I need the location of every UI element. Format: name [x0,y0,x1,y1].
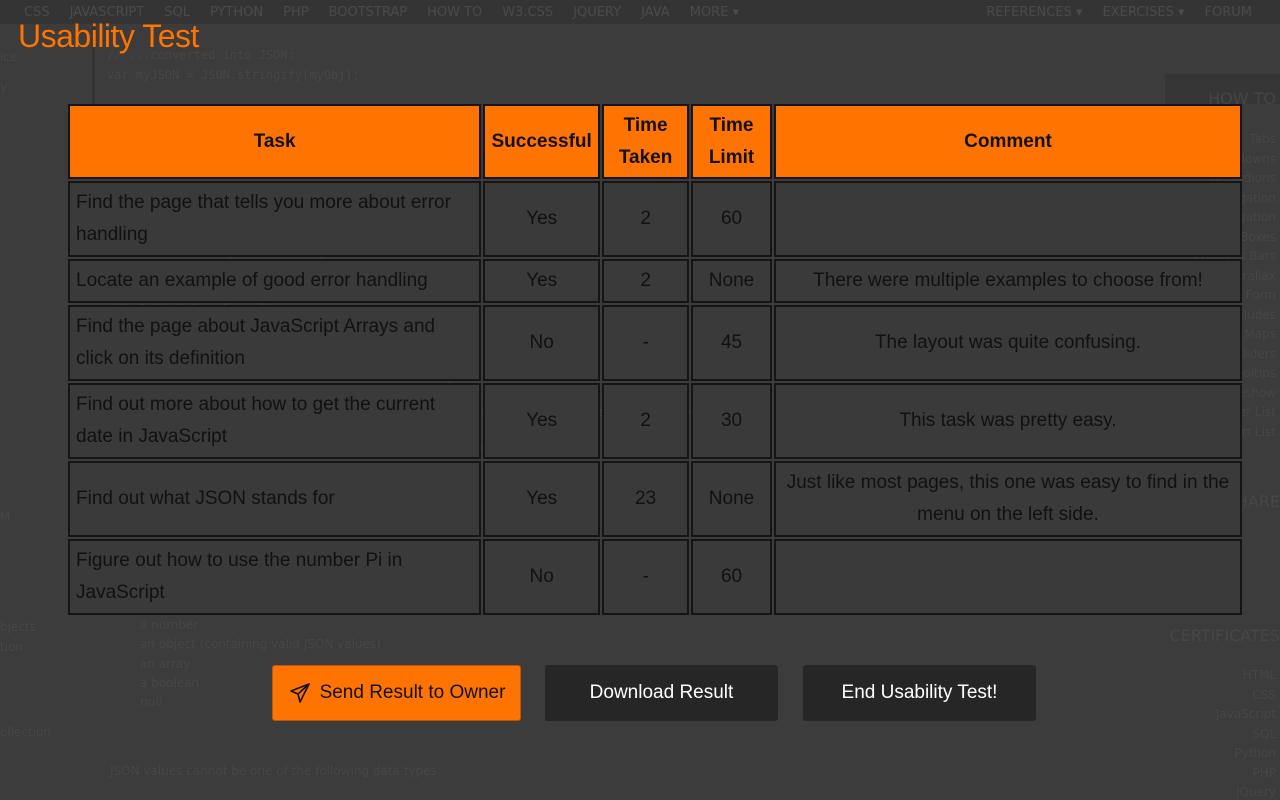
cell-time-limit: 60 [691,539,772,615]
bg-left-item: bjects [0,620,36,634]
table-row: Locate an example of good error handling… [68,259,1242,303]
send-paper-plane-icon [289,683,310,703]
cell-task: Figure out how to use the number Pi in J… [68,539,482,615]
bg-cert-item: CSS [1252,687,1276,702]
cell-successful: Yes [483,259,601,303]
cell-task: Find out what JSON stands for [68,461,482,537]
cell-successful: Yes [483,383,601,459]
bg-left-item: ice [0,50,18,64]
bg-cert-item: SQL [1252,726,1276,741]
table-row: Find the page about JavaScript Arrays an… [68,305,1242,381]
cell-comment [773,181,1242,257]
bg-cert-item: Python [1234,746,1276,760]
table-row: Figure out how to use the number Pi in J… [68,539,1242,615]
bg-nav-item: FORUM [1204,4,1252,20]
cell-comment: Just like most pages, this one was easy … [773,461,1242,537]
bg-cert-heading: CERTIFICATES [1169,626,1280,645]
bg-text: JSON values cannot be one of the followi… [110,764,441,778]
cell-task: Find the page that tells you more about … [68,181,482,257]
bg-list-item: a boolean [140,676,200,690]
bg-cert-item: HTML [1242,668,1276,682]
bg-left-item: y [0,80,8,94]
cell-time-limit: 45 [691,305,772,381]
cell-time-limit: 60 [691,181,772,257]
cell-task: Find the page about JavaScript Arrays an… [68,305,482,381]
cell-successful: Yes [483,461,601,537]
results-table: Task Successful Time Taken Time Limit Co… [66,102,1244,617]
header-time-limit: Time Limit [691,104,772,179]
bg-howto-heading: HOW TO [1165,74,1280,108]
bg-list-item: null [140,695,162,709]
send-result-label: Send Result to Owner [319,682,506,703]
send-result-button[interactable]: Send Result to Owner [272,665,521,721]
cell-time-taken: 2 [602,181,690,257]
cell-comment: There were multiple examples to choose f… [773,259,1242,303]
bg-cert-item: PHP [1252,765,1277,780]
table-row: Find out more about how to get the curre… [68,383,1242,459]
bg-list-item: an object (containing valid JSON values) [140,637,381,651]
cell-successful: No [483,305,601,381]
cell-comment: The layout was quite confusing. [773,305,1242,381]
download-result-label: Download Result [589,682,734,703]
header-time-taken: Time Taken [602,104,690,179]
bg-cert-item: jQuery [1236,785,1276,799]
cell-task: Find out more about how to get the curre… [68,383,482,459]
cell-task: Locate an example of good error handling [68,259,482,303]
cell-comment: This task was pretty easy. [773,383,1242,459]
bg-list-item: an array [140,657,191,671]
header-task: Task [68,104,482,179]
bg-nav-item: REFERENCES ▾ [986,4,1083,20]
bg-cert-item: JavaScript [1215,707,1276,721]
bg-list-item: a number [140,618,199,632]
table-row: Find out what JSON stands for Yes 23 Non… [68,461,1242,537]
bg-nav-item: EXERCISES ▾ [1102,4,1185,20]
cell-time-taken: 23 [602,461,690,537]
table-row: Find the page that tells you more about … [68,181,1242,257]
end-usability-test-button[interactable]: End Usability Test! [803,665,1036,721]
download-result-button[interactable]: Download Result [545,665,778,721]
bg-left-item: tion [0,640,23,654]
cell-time-taken: 2 [602,383,690,459]
header-comment: Comment [773,104,1242,179]
cell-time-limit: None [691,259,772,303]
cell-successful: Yes [483,181,601,257]
cell-time-limit: None [691,461,772,537]
bg-left-item: M [0,510,11,524]
cell-time-taken: - [602,305,690,381]
header-successful: Successful [483,104,601,179]
bg-left-item: ollection [0,725,51,739]
cell-time-taken: 2 [602,259,690,303]
cell-comment [773,539,1242,615]
cell-time-taken: - [602,539,690,615]
cell-successful: No [483,539,601,615]
end-usability-test-label: End Usability Test! [841,682,998,703]
cell-time-limit: 30 [691,383,772,459]
table-header-row: Task Successful Time Taken Time Limit Co… [68,104,1242,179]
page-title: Usability Test [18,18,199,54]
background-left-sidebar: ice y M bjects tion ollection [0,40,70,800]
